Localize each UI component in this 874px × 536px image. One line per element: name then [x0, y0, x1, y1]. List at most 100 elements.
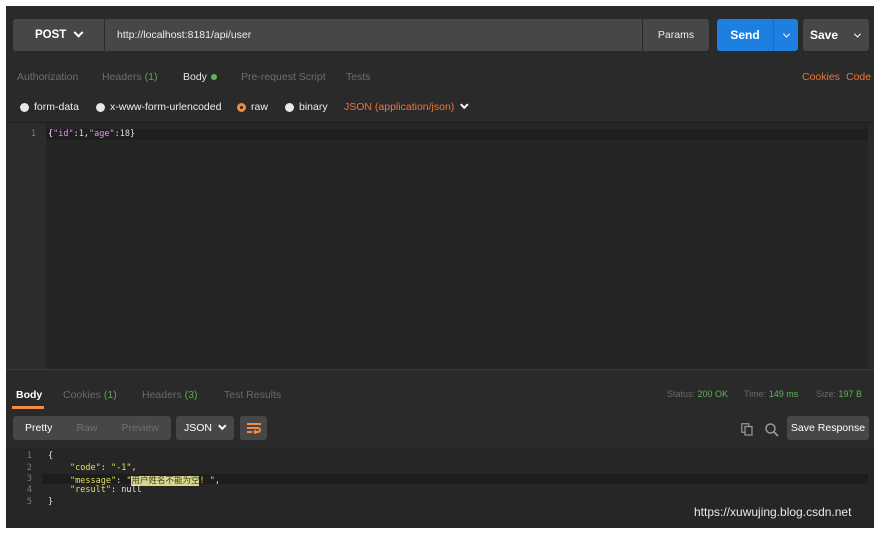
postman-window: POST http://localhost:8181/api/user Para… — [6, 6, 874, 528]
json-null: null — [121, 485, 142, 495]
tab-prerequest-script[interactable]: Pre-request Script — [241, 71, 326, 83]
line-number: 4 — [26, 485, 32, 495]
content-type-label: JSON (application/json) — [344, 101, 455, 113]
response-tab-cookies[interactable]: Cookies (1) — [63, 389, 117, 401]
response-tab-headers-label: Headers — [142, 389, 182, 401]
url-text: http://localhost:8181/api/user — [117, 29, 252, 41]
line-number: 5 — [26, 497, 32, 507]
time-value: 149 ms — [768, 389, 799, 399]
response-size: Size: 197 B — [816, 389, 862, 399]
watermark-text: https://xuwujing.blog.csdn.net — [694, 505, 852, 519]
size-value: 197 B — [838, 389, 863, 399]
radio-form-data-label: form-data — [34, 101, 79, 113]
chevron-down-icon — [73, 27, 84, 38]
wrap-lines-button[interactable] — [240, 416, 267, 440]
radio-urlencoded-label: x-www-form-urlencoded — [110, 101, 222, 113]
save-response-label: Save Response — [790, 422, 866, 434]
json-line-result: "result": null — [70, 485, 142, 495]
time-label: Time: — [744, 389, 767, 399]
line-number: 1 — [30, 129, 36, 139]
response-tabs: Body Cookies (1) Headers (3) Test Result… — [6, 369, 874, 409]
save-response-button[interactable]: Save Response — [787, 416, 869, 440]
json-close-brace: } — [48, 497, 54, 507]
response-tab-cookies-label: Cookies — [63, 389, 101, 401]
request-body-editor[interactable]: 1 {"id":1,"age":18} — [6, 122, 874, 370]
request-url-bar: POST http://localhost:8181/api/user Para… — [6, 6, 874, 63]
json-key: "age" — [88, 129, 115, 139]
send-button[interactable]: Send — [717, 19, 798, 51]
json-string-rest: ! " — [199, 476, 215, 486]
size-label: Size: — [816, 389, 837, 399]
radio-circle — [96, 102, 105, 112]
json-string: "-1" — [110, 463, 132, 473]
tab-body[interactable]: Body — [183, 71, 217, 83]
status-value: 200 OK — [697, 389, 729, 399]
chevron-down-icon — [853, 30, 861, 38]
method-label: POST — [35, 29, 67, 41]
view-raw[interactable]: Raw — [64, 422, 109, 434]
view-pretty[interactable]: Pretty — [13, 422, 64, 434]
response-format-select[interactable]: JSON — [176, 416, 234, 440]
line-number: 2 — [26, 463, 32, 473]
json-line-code: "code": "-1", — [70, 463, 137, 473]
code-line: {"id":1,"age":18} — [48, 129, 136, 139]
response-format-label: JSON — [184, 422, 213, 434]
radio-urlencoded[interactable]: x-www-form-urlencoded — [96, 101, 221, 113]
json-number: 18 — [119, 129, 130, 139]
response-tab-test-results[interactable]: Test Results — [224, 389, 281, 401]
json-key: "result" — [70, 485, 111, 495]
cookies-link[interactable]: Cookies — [802, 71, 840, 83]
copy-icon[interactable] — [741, 423, 753, 436]
params-button[interactable]: Params — [643, 19, 709, 51]
save-button[interactable]: Save — [803, 19, 869, 51]
tab-headers[interactable]: Headers (1) — [102, 71, 157, 83]
json-open-brace: { — [48, 451, 54, 461]
radio-binary-label: binary — [299, 101, 328, 113]
view-mode-segmented: Pretty Raw Preview — [13, 416, 171, 440]
code-link[interactable]: Code — [846, 71, 871, 83]
request-tabs: Authorization Headers (1) Body Pre-reque… — [6, 63, 874, 91]
radio-raw[interactable]: raw — [237, 101, 268, 113]
chevron-down-icon — [218, 421, 227, 431]
send-label: Send — [730, 28, 760, 42]
response-tab-headers[interactable]: Headers (3) — [142, 389, 197, 401]
tab-headers-count: (1) — [144, 71, 158, 83]
json-key: "code" — [70, 463, 101, 473]
params-label: Params — [657, 29, 695, 41]
body-indicator-dot — [210, 74, 217, 81]
radio-circle — [20, 102, 29, 112]
status-label: Status: — [667, 389, 696, 399]
line-number: 1 — [26, 451, 32, 461]
response-status: Status: 200 OK — [667, 389, 728, 399]
tab-tests[interactable]: Tests — [346, 71, 371, 83]
radio-binary[interactable]: binary — [285, 101, 328, 113]
save-label: Save — [809, 28, 839, 42]
radio-circle-selected — [237, 102, 246, 112]
send-options-dropdown[interactable] — [774, 30, 798, 38]
editor-scrollbar[interactable] — [868, 123, 874, 370]
json-brace: } — [129, 129, 136, 139]
response-toolbar: Pretty Raw Preview JSON Save Response — [6, 409, 874, 447]
response-tab-body[interactable]: Body — [16, 389, 42, 401]
chevron-down-icon — [460, 100, 469, 110]
view-preview[interactable]: Preview — [109, 422, 170, 434]
radio-raw-label: raw — [251, 101, 268, 113]
search-icon[interactable] — [765, 423, 779, 437]
response-time: Time: 149 ms — [744, 389, 798, 399]
json-key: "id" — [53, 129, 74, 139]
radio-form-data[interactable]: form-data — [20, 101, 79, 113]
active-line-highlight — [46, 129, 868, 140]
editor-gutter: 1 — [6, 123, 46, 370]
chevron-down-icon — [782, 30, 790, 38]
method-select[interactable]: POST — [13, 19, 104, 51]
save-options-dropdown[interactable] — [845, 30, 869, 38]
body-type-options: form-data x-www-form-urlencoded raw bina… — [6, 91, 874, 122]
response-tab-cookies-count: (1) — [103, 389, 117, 401]
url-input[interactable]: http://localhost:8181/api/user — [105, 19, 642, 51]
tab-authorization[interactable]: Authorization — [17, 71, 78, 83]
tab-body-label: Body — [183, 71, 207, 83]
wrap-lines-icon — [246, 423, 261, 434]
line-number: 3 — [26, 474, 32, 484]
tab-headers-label: Headers — [102, 71, 142, 83]
content-type-select[interactable]: JSON (application/json) — [344, 100, 469, 113]
